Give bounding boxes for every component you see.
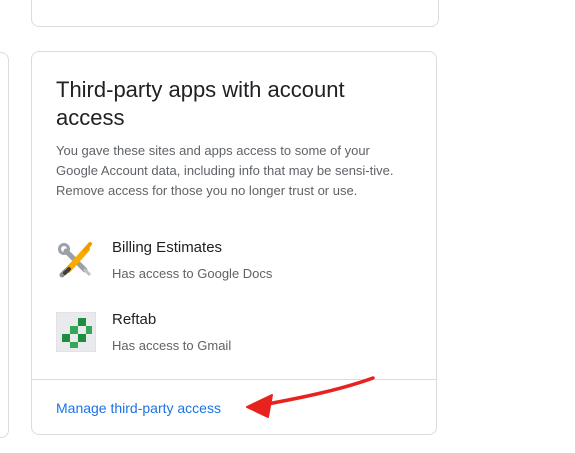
app-access-description: Has access to Google Docs — [112, 266, 273, 281]
page: Third-party apps with account access You… — [0, 0, 575, 453]
reftab-logo-icon — [55, 311, 97, 353]
app-name: Reftab — [112, 311, 157, 328]
app-name: Billing Estimates — [112, 239, 223, 256]
card-divider — [32, 379, 436, 380]
app-access-description: Has access to Gmail — [112, 338, 232, 353]
app-item-reftab[interactable]: Reftab Has access to Gmail — [55, 308, 406, 380]
app-list: Billing Estimates Has access to Google D… — [55, 236, 406, 380]
app-item-billing-estimates[interactable]: Billing Estimates Has access to Google D… — [56, 236, 406, 308]
adjacent-card — [0, 52, 9, 438]
tools-icon — [56, 240, 96, 280]
card-description: You gave these sites and apps access to … — [56, 143, 394, 198]
card-title: Third-party apps with account access — [56, 77, 345, 130]
previous-card — [31, 0, 439, 27]
third-party-apps-card: Third-party apps with account access You… — [31, 51, 437, 435]
manage-third-party-access-link[interactable]: Manage third-party access — [56, 398, 221, 418]
